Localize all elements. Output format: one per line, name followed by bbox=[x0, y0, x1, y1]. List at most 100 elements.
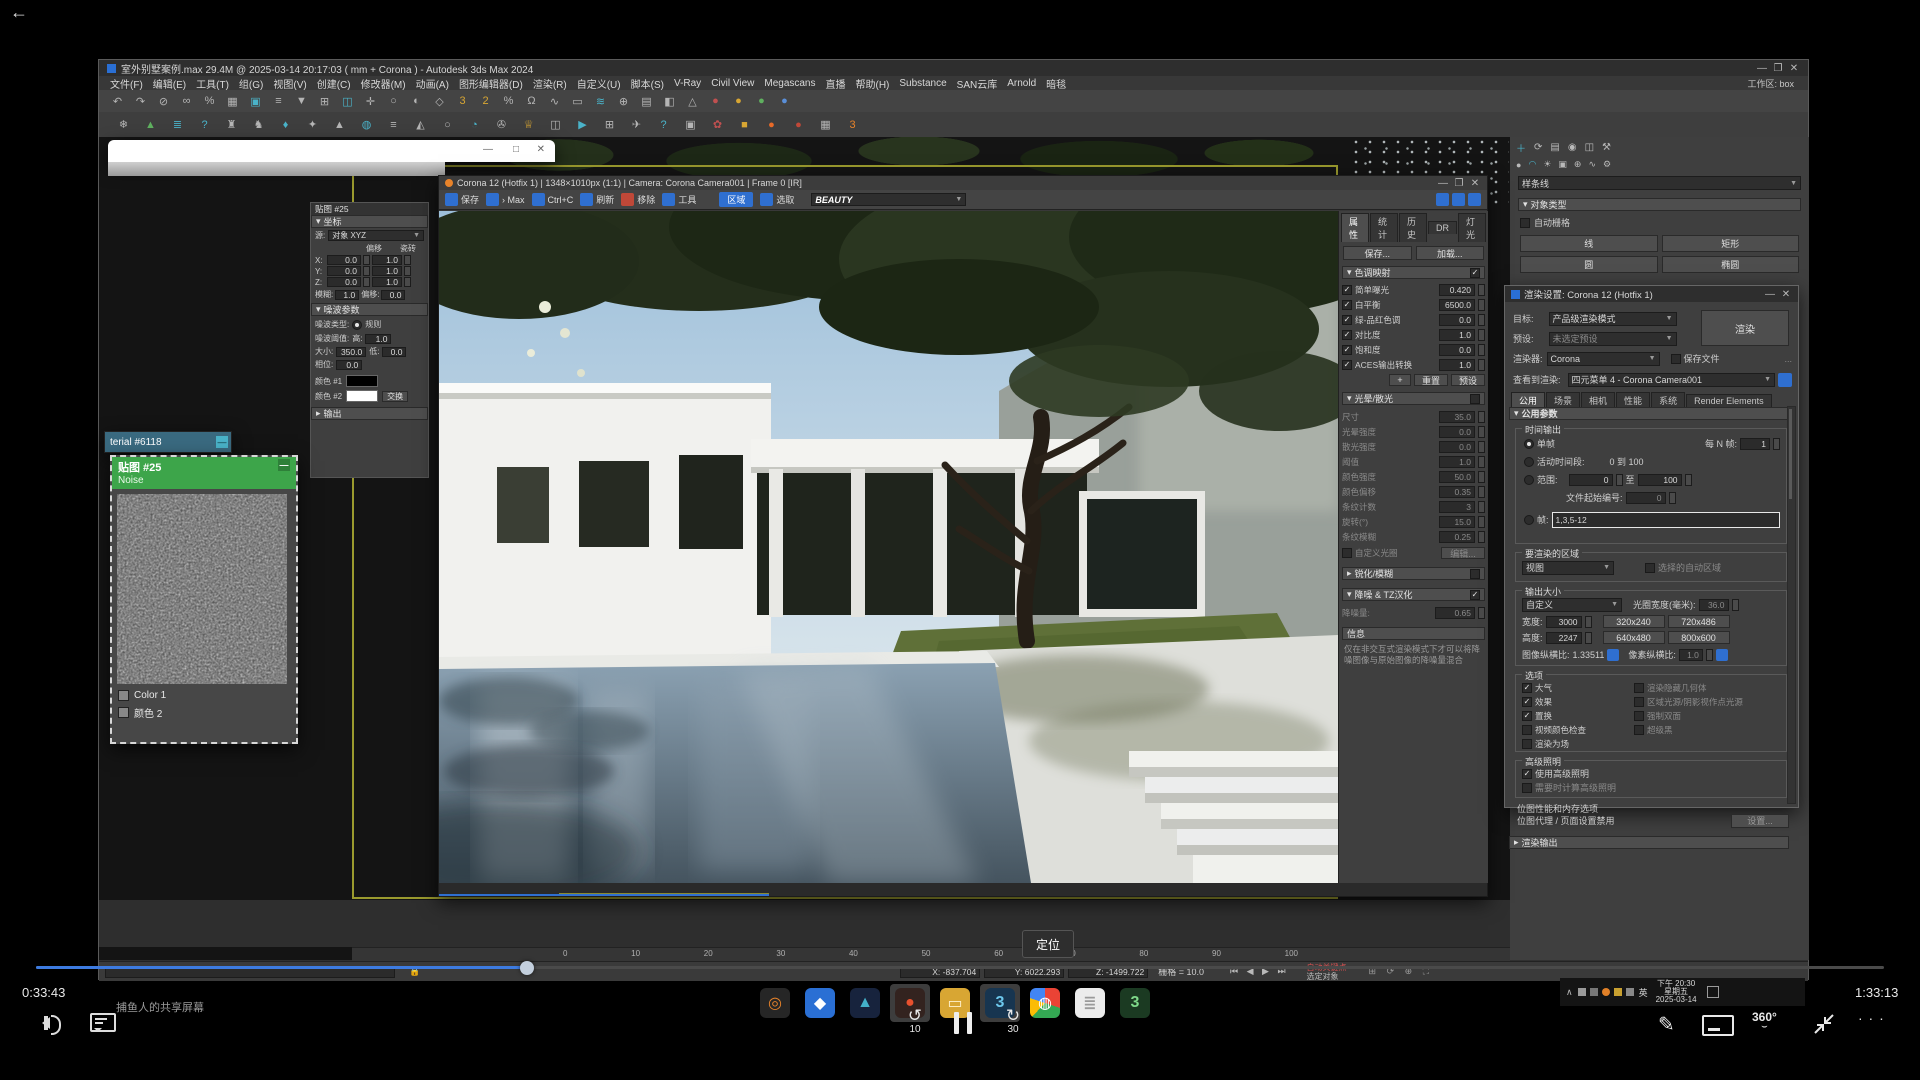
toolbar-icon[interactable]: ● bbox=[728, 92, 749, 110]
video-progress-knob[interactable] bbox=[520, 961, 534, 975]
tonemap-row-value[interactable]: 0.0 bbox=[1439, 314, 1475, 326]
vfb-tab-dr[interactable]: DR bbox=[1428, 221, 1457, 234]
vfb-zoom-out-icon[interactable] bbox=[1436, 193, 1449, 206]
tonemap-add-button[interactable]: + bbox=[1389, 374, 1411, 386]
cmd-cat-systems-icon[interactable]: ⚙ bbox=[1603, 159, 1611, 170]
toolbar-icon[interactable]: ◫ bbox=[337, 92, 358, 110]
tonemap-rollout[interactable]: ▾色调映射 ✓ bbox=[1342, 266, 1485, 279]
tile-field[interactable]: 1.0 bbox=[372, 255, 402, 265]
menu-item[interactable]: 文件(F) bbox=[105, 76, 148, 91]
noise-node[interactable]: 贴图 #25 — Noise Color 1 颜色 2 bbox=[110, 455, 298, 744]
option-checkbox[interactable] bbox=[1522, 725, 1532, 735]
color2-swatch[interactable] bbox=[346, 390, 378, 402]
toolbar-icon[interactable]: ✇ bbox=[491, 116, 512, 134]
bloom-row-value[interactable]: 35.0 bbox=[1439, 411, 1475, 423]
sharpen-rollout[interactable]: ▸锐化/模糊 bbox=[1342, 567, 1485, 580]
toolbar-icon[interactable]: ● bbox=[705, 92, 726, 110]
aperture-edit-button[interactable]: 编辑... bbox=[1441, 547, 1485, 559]
taskbar-app-icon[interactable]: 3 bbox=[1115, 984, 1155, 1022]
taskbar-app-icon[interactable]: ▲ bbox=[845, 984, 885, 1022]
vfb-to-max-button[interactable]: › Max bbox=[486, 193, 525, 206]
danmaku-toggle-icon[interactable] bbox=[90, 1013, 116, 1032]
cmd-tab-hierarchy-icon[interactable]: ▤ bbox=[1550, 142, 1559, 153]
workspace-selector[interactable]: 工作区: box bbox=[1747, 77, 1794, 90]
renderer-combo[interactable]: Corona▼ bbox=[1547, 352, 1660, 366]
bloom-row-value[interactable]: 0.0 bbox=[1439, 426, 1475, 438]
render-output-rollout[interactable]: ▸渲染输出 bbox=[1509, 836, 1789, 849]
taskbar-app-icon[interactable]: ◆ bbox=[800, 984, 840, 1022]
range-from-field[interactable]: 0 bbox=[1569, 474, 1613, 486]
tile-field[interactable]: 1.0 bbox=[372, 266, 402, 276]
vfb-tools-button[interactable]: 工具 bbox=[662, 193, 696, 206]
preset-combo[interactable]: 未选定预设▼ bbox=[1549, 332, 1677, 346]
toolbar-icon[interactable]: ✿ bbox=[707, 116, 728, 134]
res-preset-button[interactable]: 320x240 bbox=[1603, 615, 1665, 628]
toolbar-icon[interactable]: ♜ bbox=[221, 116, 242, 134]
color1-swatch[interactable] bbox=[346, 375, 378, 387]
vfb-tab-lightmix[interactable]: 灯光 bbox=[1458, 213, 1486, 242]
menu-item[interactable]: SAN云库 bbox=[952, 76, 1003, 91]
auto-region-checkbox[interactable] bbox=[1645, 563, 1655, 573]
selected-set-button[interactable]: 选定对象 bbox=[1307, 972, 1347, 981]
menu-item[interactable]: 编辑(E) bbox=[148, 76, 191, 91]
exit-fullscreen-icon[interactable] bbox=[1812, 1012, 1836, 1036]
menu-item[interactable]: 修改器(M) bbox=[356, 76, 411, 91]
menu-item[interactable]: Civil View bbox=[706, 78, 759, 89]
menu-item[interactable]: 工具(T) bbox=[191, 76, 234, 91]
spline-button[interactable]: 矩形 bbox=[1662, 235, 1800, 252]
tonemap-row-checkbox[interactable]: ✓ bbox=[1342, 345, 1352, 355]
tray-icon[interactable] bbox=[1602, 988, 1610, 996]
save-file-checkbox[interactable] bbox=[1671, 354, 1681, 364]
toolbar-icon[interactable]: 3 bbox=[842, 116, 863, 134]
vfb-refresh-button[interactable]: 刷新 bbox=[580, 193, 614, 206]
back-button[interactable]: ← bbox=[10, 2, 28, 23]
offset-field[interactable]: 0.0 bbox=[327, 266, 361, 276]
cmd-tab-motion-icon[interactable]: ◉ bbox=[1568, 142, 1577, 153]
cmd-cat-lights-icon[interactable]: ☀ bbox=[1543, 159, 1551, 170]
toolbar-icon[interactable]: ● bbox=[774, 92, 795, 110]
toolbar-icon[interactable]: ▤ bbox=[636, 92, 657, 110]
tray-expand-icon[interactable]: ∧ bbox=[1566, 987, 1573, 998]
range-radio[interactable] bbox=[1524, 475, 1534, 485]
vfb-minimize-button[interactable]: — bbox=[1435, 178, 1451, 189]
menu-item[interactable]: 动画(A) bbox=[411, 76, 454, 91]
tonemap-row-value[interactable]: 0.420 bbox=[1439, 284, 1475, 296]
every-n-field[interactable]: 1 bbox=[1740, 438, 1770, 450]
popup-maximize-button[interactable]: □ bbox=[513, 144, 519, 155]
more-options-button[interactable]: · · · bbox=[1858, 1010, 1885, 1026]
tonemap-reset-button[interactable]: 重置 bbox=[1414, 374, 1448, 386]
tonemap-row-checkbox[interactable]: ✓ bbox=[1342, 360, 1352, 370]
tonemap-preset-button[interactable]: 预设 bbox=[1451, 374, 1485, 386]
rs-minimize-button[interactable]: — bbox=[1762, 289, 1778, 300]
vfb-pick-button[interactable]: 选取 bbox=[760, 193, 794, 206]
toolbar-icon[interactable]: ↶ bbox=[107, 92, 128, 110]
toolbar-icon[interactable]: ▲ bbox=[140, 116, 161, 134]
tonemap-row-value[interactable]: 0.0 bbox=[1439, 344, 1475, 356]
tonemap-row-checkbox[interactable]: ✓ bbox=[1342, 285, 1352, 295]
tonemap-row-value[interactable]: 1.0 bbox=[1439, 359, 1475, 371]
toolbar-icon[interactable]: Ω bbox=[521, 92, 542, 110]
cmd-tab-display-icon[interactable]: ◫ bbox=[1585, 142, 1594, 153]
toolbar-icon[interactable]: ▲ bbox=[329, 116, 350, 134]
single-frame-radio[interactable] bbox=[1524, 439, 1534, 449]
max-maximize-button[interactable]: ❐ bbox=[1770, 63, 1786, 74]
color1-socket[interactable] bbox=[118, 690, 129, 701]
rs-scrollbar[interactable] bbox=[1787, 406, 1796, 804]
rotate-360-icon[interactable]: 360° ⌣ bbox=[1752, 1010, 1777, 1029]
white-popup-titlebar[interactable]: — □ ✕ bbox=[108, 140, 555, 162]
size-field[interactable]: 350.0 bbox=[336, 347, 366, 357]
custom-aperture-checkbox[interactable] bbox=[1342, 548, 1352, 558]
rs-tab-camera[interactable]: 相机 bbox=[1581, 392, 1615, 408]
popup-minimize-button[interactable]: — bbox=[483, 144, 493, 155]
option-checkbox[interactable] bbox=[1634, 711, 1644, 721]
rs-close-button[interactable]: ✕ bbox=[1778, 289, 1794, 300]
blur-offset-field[interactable]: 0.0 bbox=[381, 290, 405, 300]
toolbar-icon[interactable]: ◇ bbox=[429, 92, 450, 110]
toolbar-icon[interactable]: ? bbox=[653, 116, 674, 134]
toolbar-icon[interactable]: ≡ bbox=[383, 116, 404, 134]
blur-field[interactable]: 1.0 bbox=[335, 290, 359, 300]
tonemap-row-checkbox[interactable]: ✓ bbox=[1342, 330, 1352, 340]
taskbar-app-icon[interactable]: ≣ bbox=[1070, 984, 1110, 1022]
cmd-cat-geometry-icon[interactable]: ● bbox=[1516, 160, 1521, 170]
cmd-tab-create-icon[interactable]: ＋ bbox=[1516, 140, 1526, 155]
